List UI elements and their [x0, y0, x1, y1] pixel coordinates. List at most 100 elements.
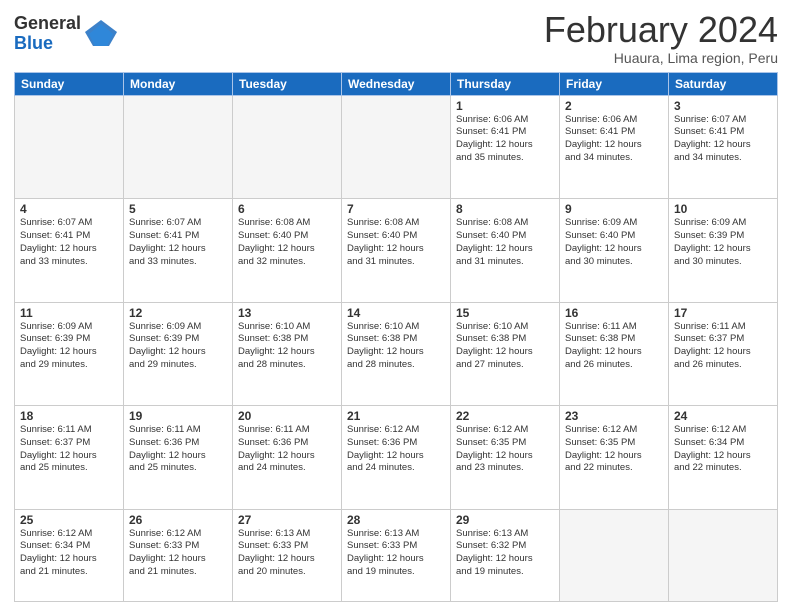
- day-number: 14: [347, 306, 445, 320]
- day-info: Sunrise: 6:11 AM Sunset: 6:38 PM Dayligh…: [565, 321, 663, 372]
- day-number: 19: [129, 409, 227, 423]
- day-info: Sunrise: 6:11 AM Sunset: 6:37 PM Dayligh…: [20, 424, 118, 475]
- header-saturday: Saturday: [669, 72, 778, 95]
- day-number: 13: [238, 306, 336, 320]
- calendar-week-3: 18Sunrise: 6:11 AM Sunset: 6:37 PM Dayli…: [15, 406, 778, 509]
- table-row: 17Sunrise: 6:11 AM Sunset: 6:37 PM Dayli…: [669, 302, 778, 405]
- day-number: 23: [565, 409, 663, 423]
- day-number: 2: [565, 99, 663, 113]
- header-tuesday: Tuesday: [233, 72, 342, 95]
- day-number: 6: [238, 202, 336, 216]
- day-number: 29: [456, 513, 554, 527]
- table-row: 19Sunrise: 6:11 AM Sunset: 6:36 PM Dayli…: [124, 406, 233, 509]
- calendar-week-2: 11Sunrise: 6:09 AM Sunset: 6:39 PM Dayli…: [15, 302, 778, 405]
- table-row: [124, 95, 233, 198]
- day-number: 8: [456, 202, 554, 216]
- day-info: Sunrise: 6:10 AM Sunset: 6:38 PM Dayligh…: [347, 321, 445, 372]
- table-row: [560, 509, 669, 601]
- table-row: 13Sunrise: 6:10 AM Sunset: 6:38 PM Dayli…: [233, 302, 342, 405]
- table-row: 28Sunrise: 6:13 AM Sunset: 6:33 PM Dayli…: [342, 509, 451, 601]
- day-number: 17: [674, 306, 772, 320]
- day-info: Sunrise: 6:06 AM Sunset: 6:41 PM Dayligh…: [456, 114, 554, 165]
- day-number: 21: [347, 409, 445, 423]
- day-number: 1: [456, 99, 554, 113]
- table-row: 21Sunrise: 6:12 AM Sunset: 6:36 PM Dayli…: [342, 406, 451, 509]
- day-info: Sunrise: 6:13 AM Sunset: 6:32 PM Dayligh…: [456, 528, 554, 579]
- logo-text: General Blue: [14, 14, 81, 54]
- day-info: Sunrise: 6:07 AM Sunset: 6:41 PM Dayligh…: [674, 114, 772, 165]
- day-number: 3: [674, 99, 772, 113]
- day-info: Sunrise: 6:09 AM Sunset: 6:39 PM Dayligh…: [674, 217, 772, 268]
- calendar-table: Sunday Monday Tuesday Wednesday Thursday…: [14, 72, 778, 602]
- day-number: 7: [347, 202, 445, 216]
- day-number: 5: [129, 202, 227, 216]
- header-friday: Friday: [560, 72, 669, 95]
- logo: General Blue: [14, 14, 117, 54]
- day-number: 28: [347, 513, 445, 527]
- table-row: 20Sunrise: 6:11 AM Sunset: 6:36 PM Dayli…: [233, 406, 342, 509]
- day-number: 27: [238, 513, 336, 527]
- day-number: 10: [674, 202, 772, 216]
- day-info: Sunrise: 6:09 AM Sunset: 6:39 PM Dayligh…: [129, 321, 227, 372]
- title-block: February 2024 Huaura, Lima region, Peru: [544, 10, 778, 66]
- logo-icon: [85, 18, 117, 50]
- table-row: 14Sunrise: 6:10 AM Sunset: 6:38 PM Dayli…: [342, 302, 451, 405]
- table-row: 2Sunrise: 6:06 AM Sunset: 6:41 PM Daylig…: [560, 95, 669, 198]
- calendar-week-1: 4Sunrise: 6:07 AM Sunset: 6:41 PM Daylig…: [15, 199, 778, 302]
- day-info: Sunrise: 6:12 AM Sunset: 6:34 PM Dayligh…: [20, 528, 118, 579]
- day-number: 22: [456, 409, 554, 423]
- table-row: 5Sunrise: 6:07 AM Sunset: 6:41 PM Daylig…: [124, 199, 233, 302]
- header-wednesday: Wednesday: [342, 72, 451, 95]
- table-row: 1Sunrise: 6:06 AM Sunset: 6:41 PM Daylig…: [451, 95, 560, 198]
- day-number: 15: [456, 306, 554, 320]
- table-row: 3Sunrise: 6:07 AM Sunset: 6:41 PM Daylig…: [669, 95, 778, 198]
- header-sunday: Sunday: [15, 72, 124, 95]
- day-number: 12: [129, 306, 227, 320]
- day-info: Sunrise: 6:13 AM Sunset: 6:33 PM Dayligh…: [238, 528, 336, 579]
- day-info: Sunrise: 6:09 AM Sunset: 6:39 PM Dayligh…: [20, 321, 118, 372]
- day-info: Sunrise: 6:07 AM Sunset: 6:41 PM Dayligh…: [20, 217, 118, 268]
- day-info: Sunrise: 6:11 AM Sunset: 6:36 PM Dayligh…: [129, 424, 227, 475]
- day-number: 4: [20, 202, 118, 216]
- header-monday: Monday: [124, 72, 233, 95]
- day-info: Sunrise: 6:08 AM Sunset: 6:40 PM Dayligh…: [347, 217, 445, 268]
- day-info: Sunrise: 6:06 AM Sunset: 6:41 PM Dayligh…: [565, 114, 663, 165]
- table-row: 24Sunrise: 6:12 AM Sunset: 6:34 PM Dayli…: [669, 406, 778, 509]
- table-row: 23Sunrise: 6:12 AM Sunset: 6:35 PM Dayli…: [560, 406, 669, 509]
- table-row: 4Sunrise: 6:07 AM Sunset: 6:41 PM Daylig…: [15, 199, 124, 302]
- day-info: Sunrise: 6:10 AM Sunset: 6:38 PM Dayligh…: [456, 321, 554, 372]
- table-row: 10Sunrise: 6:09 AM Sunset: 6:39 PM Dayli…: [669, 199, 778, 302]
- day-info: Sunrise: 6:09 AM Sunset: 6:40 PM Dayligh…: [565, 217, 663, 268]
- day-number: 25: [20, 513, 118, 527]
- header: General Blue February 2024 Huaura, Lima …: [14, 10, 778, 66]
- calendar-title: February 2024: [544, 10, 778, 50]
- table-row: 18Sunrise: 6:11 AM Sunset: 6:37 PM Dayli…: [15, 406, 124, 509]
- table-row: 26Sunrise: 6:12 AM Sunset: 6:33 PM Dayli…: [124, 509, 233, 601]
- day-info: Sunrise: 6:11 AM Sunset: 6:37 PM Dayligh…: [674, 321, 772, 372]
- table-row: 12Sunrise: 6:09 AM Sunset: 6:39 PM Dayli…: [124, 302, 233, 405]
- table-row: 29Sunrise: 6:13 AM Sunset: 6:32 PM Dayli…: [451, 509, 560, 601]
- table-row: 6Sunrise: 6:08 AM Sunset: 6:40 PM Daylig…: [233, 199, 342, 302]
- table-row: 9Sunrise: 6:09 AM Sunset: 6:40 PM Daylig…: [560, 199, 669, 302]
- table-row: [233, 95, 342, 198]
- table-row: [342, 95, 451, 198]
- calendar-week-0: 1Sunrise: 6:06 AM Sunset: 6:41 PM Daylig…: [15, 95, 778, 198]
- table-row: 7Sunrise: 6:08 AM Sunset: 6:40 PM Daylig…: [342, 199, 451, 302]
- day-info: Sunrise: 6:12 AM Sunset: 6:34 PM Dayligh…: [674, 424, 772, 475]
- day-number: 18: [20, 409, 118, 423]
- table-row: 27Sunrise: 6:13 AM Sunset: 6:33 PM Dayli…: [233, 509, 342, 601]
- table-row: 15Sunrise: 6:10 AM Sunset: 6:38 PM Dayli…: [451, 302, 560, 405]
- calendar-week-4: 25Sunrise: 6:12 AM Sunset: 6:34 PM Dayli…: [15, 509, 778, 601]
- day-info: Sunrise: 6:12 AM Sunset: 6:33 PM Dayligh…: [129, 528, 227, 579]
- day-number: 9: [565, 202, 663, 216]
- day-info: Sunrise: 6:08 AM Sunset: 6:40 PM Dayligh…: [238, 217, 336, 268]
- calendar-subtitle: Huaura, Lima region, Peru: [544, 50, 778, 66]
- table-row: [669, 509, 778, 601]
- header-thursday: Thursday: [451, 72, 560, 95]
- logo-blue: Blue: [14, 34, 81, 54]
- day-number: 11: [20, 306, 118, 320]
- day-info: Sunrise: 6:13 AM Sunset: 6:33 PM Dayligh…: [347, 528, 445, 579]
- calendar-header-row: Sunday Monday Tuesday Wednesday Thursday…: [15, 72, 778, 95]
- day-info: Sunrise: 6:10 AM Sunset: 6:38 PM Dayligh…: [238, 321, 336, 372]
- day-number: 16: [565, 306, 663, 320]
